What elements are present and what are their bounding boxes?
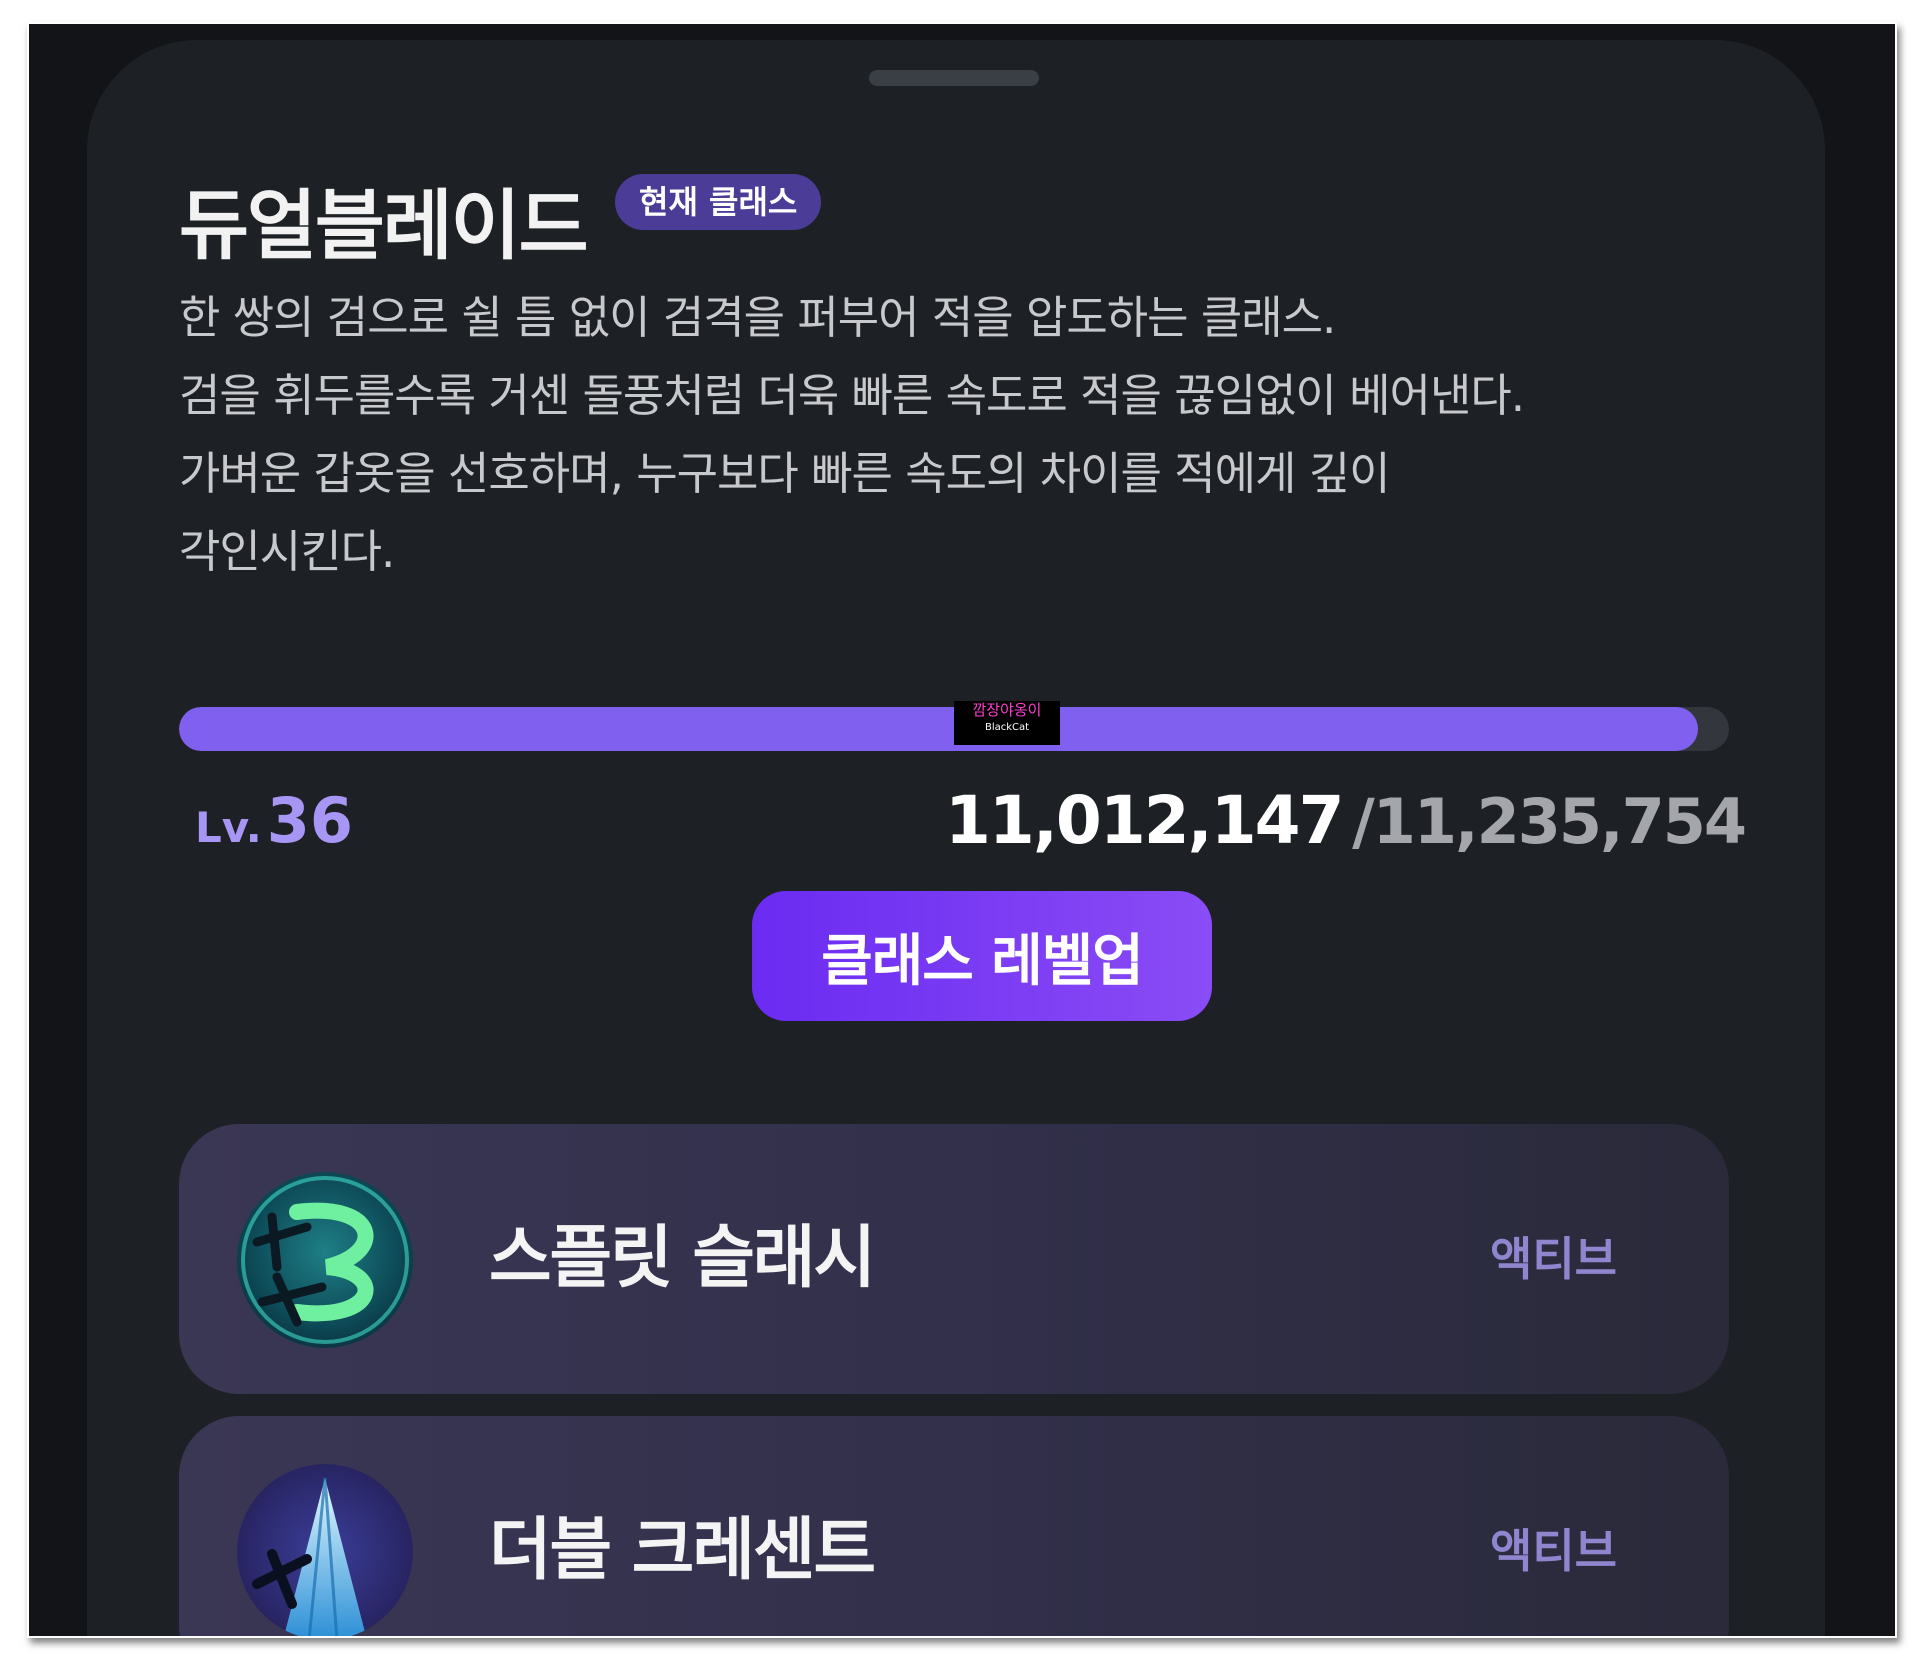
description-line: 한 쌍의 검으로 쉴 틈 없이 검격을 퍼부어 적을 압도하는 클래스. <box>179 291 1336 344</box>
watermark-sub: BlackCat <box>984 721 1030 733</box>
level-prefix: Lv. <box>195 803 262 852</box>
class-title: 듀얼블레이드 <box>179 181 589 270</box>
watermark-text: 깜장야옹이 <box>972 701 1042 719</box>
description-line: 검을 휘두를수록 거센 돌풍처럼 더욱 빠른 속도로 적을 끊임없이 베어낸다. <box>179 369 1525 422</box>
skill-card-split-slash[interactable]: 스플릿 슬래시 액티브 <box>179 1124 1729 1394</box>
class-level: Lv. 36 <box>195 784 353 857</box>
skill-type-label: 액티브 <box>1490 1524 1617 1578</box>
class-description: 한 쌍의 검으로 쉴 틈 없이 검격을 퍼부어 적을 압도하는 클래스. 검을 … <box>179 279 1719 591</box>
current-exp: 11,012,147 <box>945 782 1345 859</box>
screenshot-frame: 듀얼블레이드 현재 클래스 한 쌍의 검으로 쉴 틈 없이 검격을 퍼부어 적을… <box>27 22 1897 1638</box>
watermark: 깜장야옹이 BlackCat <box>954 701 1060 745</box>
current-class-badge: 현재 클래스 <box>615 174 822 230</box>
sheet-drag-handle[interactable] <box>869 70 1039 86</box>
exp-separator: / <box>1352 785 1375 858</box>
description-line: 각인시킨다. <box>179 525 395 578</box>
description-line: 가벼운 갑옷을 선호하며, 누구보다 빠른 속도의 차이를 적에게 깊이 <box>179 447 1391 500</box>
split-slash-icon <box>237 1172 413 1348</box>
class-levelup-button[interactable]: 클래스 레벨업 <box>752 891 1212 1021</box>
skill-name: 더블 크레센트 <box>489 1511 876 1590</box>
double-crescent-icon <box>237 1464 413 1636</box>
skill-name: 스플릿 슬래시 <box>489 1219 876 1298</box>
skill-type-label: 액티브 <box>1490 1232 1617 1286</box>
skill-card-double-crescent[interactable]: 더블 크레센트 액티브 <box>179 1416 1729 1636</box>
level-number: 36 <box>266 784 354 857</box>
exp-progress-fill <box>179 707 1698 751</box>
max-exp: 11,235,754 <box>1372 785 1747 858</box>
exp-readout: 11,012,147 /11,235,754 <box>945 782 1747 859</box>
